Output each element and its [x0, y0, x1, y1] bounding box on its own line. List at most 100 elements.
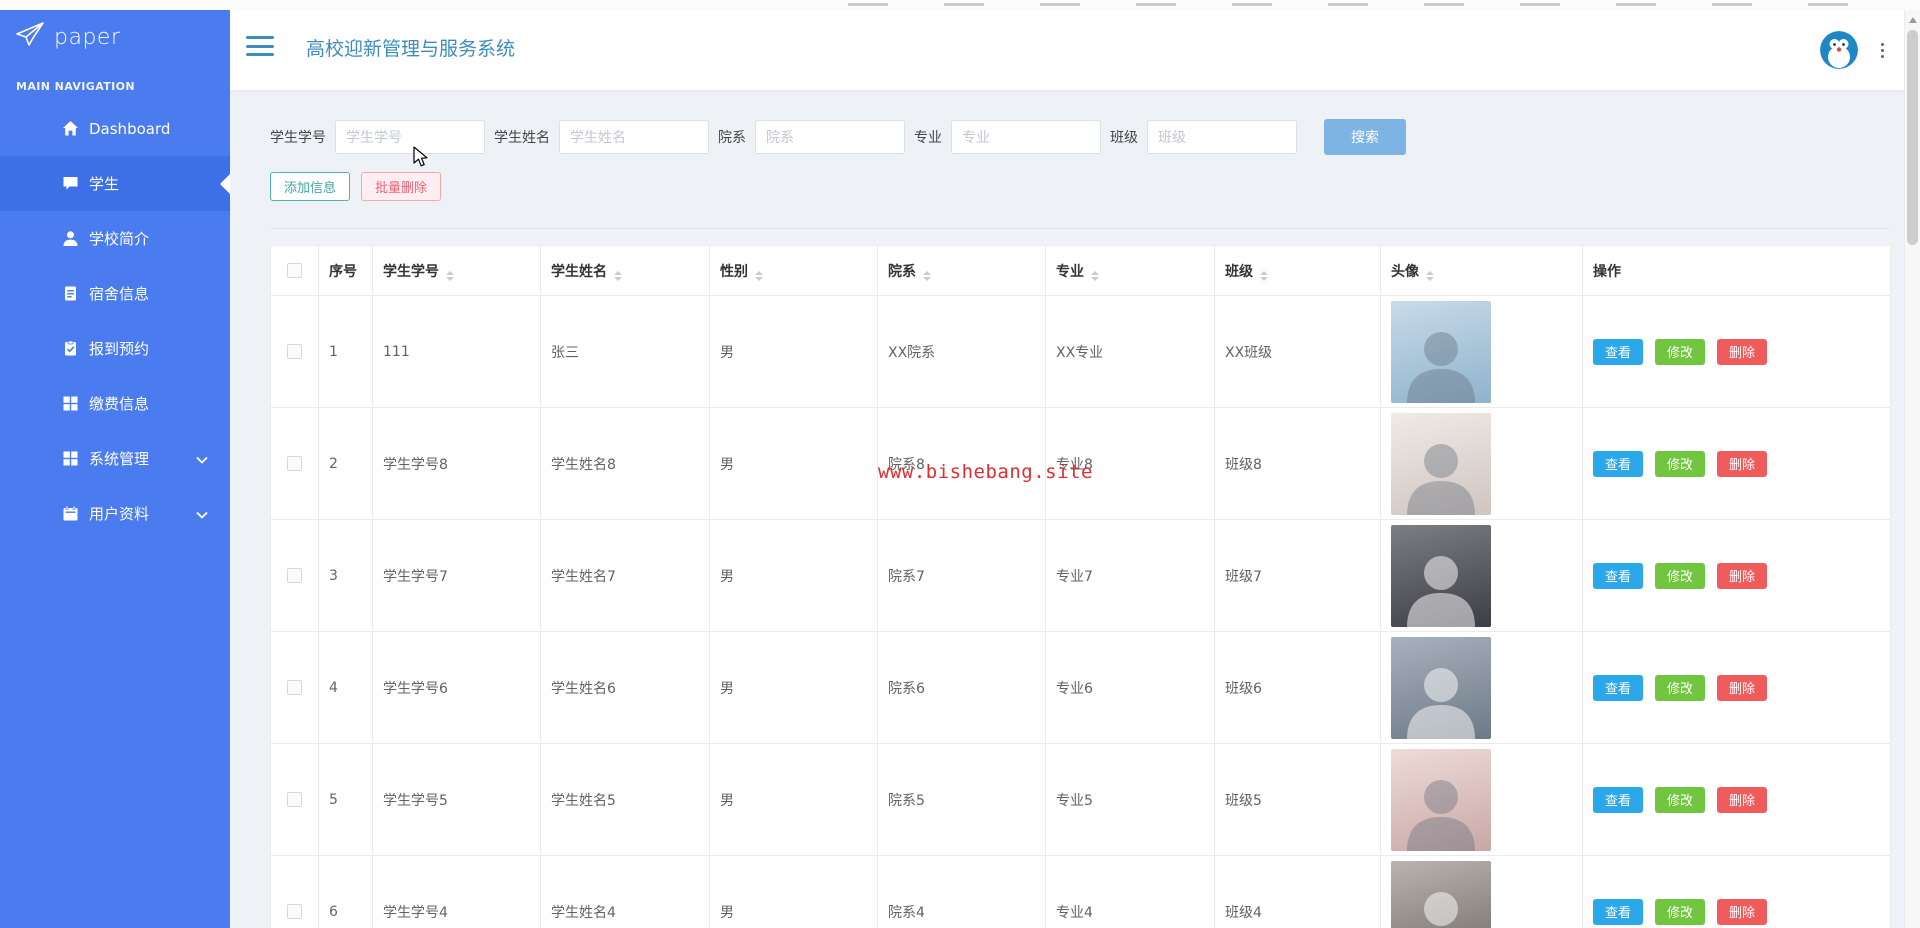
filter-label: 专业 — [914, 130, 942, 146]
row-checkbox[interactable] — [287, 568, 302, 583]
edit-button[interactable]: 修改 — [1655, 898, 1706, 925]
scrollbar-thumb[interactable] — [1907, 30, 1918, 245]
table-header-row: 序号 学生学号 学生姓名 性别 院系 专业 班级 头像 操作 — [270, 245, 1891, 296]
sidebar-item-label: 用户资料 — [89, 505, 150, 523]
filter-bar: 学生学号 学生姓名 院系 专业 班级 搜索 — [270, 119, 1406, 155]
student-photo — [1391, 860, 1491, 928]
filter-input-0[interactable] — [335, 120, 485, 154]
sort-icon[interactable] — [614, 270, 622, 281]
view-button[interactable]: 查看 — [1593, 450, 1644, 477]
delete-button[interactable]: 删除 — [1717, 786, 1768, 813]
column-header-label: 学生姓名 — [551, 263, 607, 280]
chevron-down-icon — [196, 450, 208, 468]
cell-student-name: 学生姓名8 — [540, 407, 710, 520]
column-header-8[interactable]: 头像 — [1380, 245, 1583, 296]
cell-actions: 查看 修改 删除 — [1582, 407, 1891, 520]
column-header-label: 学生学号 — [383, 263, 439, 280]
more-options-icon[interactable] — [1874, 31, 1890, 69]
sort-icon[interactable] — [923, 270, 931, 281]
logo-text: paper — [54, 24, 121, 50]
cell-department: 院系5 — [877, 743, 1046, 856]
delete-button[interactable]: 删除 — [1717, 898, 1768, 925]
sort-icon[interactable] — [755, 270, 763, 281]
user-avatar[interactable] — [1820, 31, 1858, 69]
app-root: paper MAIN NAVIGATION Dashboard 学生 学校简介 宿舍信… — [0, 0, 1920, 928]
filter-input-4[interactable] — [1147, 120, 1297, 154]
column-header-5[interactable]: 院系 — [877, 245, 1046, 296]
sidebar-item-2[interactable]: 学校简介 — [0, 211, 230, 266]
cell-actions: 查看 修改 删除 — [1582, 855, 1891, 928]
sidebar-item-1[interactable]: 学生 — [0, 156, 230, 211]
cell-major: 专业7 — [1045, 519, 1215, 632]
column-header-6[interactable]: 专业 — [1045, 245, 1215, 296]
sort-icon[interactable] — [1426, 270, 1434, 281]
sort-icon[interactable] — [446, 270, 454, 281]
cell-class: 班级8 — [1214, 407, 1381, 520]
row-checkbox[interactable] — [287, 456, 302, 471]
cell-student-id: 学生学号8 — [372, 407, 541, 520]
cell-class: 班级5 — [1214, 743, 1381, 856]
delete-button[interactable]: 删除 — [1717, 338, 1768, 365]
edit-button[interactable]: 修改 — [1655, 674, 1706, 701]
cell-department: 院系4 — [877, 855, 1046, 928]
row-checkbox[interactable] — [287, 344, 302, 359]
section-divider — [270, 228, 1890, 229]
scrollbar-up-arrow-icon[interactable] — [1909, 17, 1917, 23]
sidebar-item-6[interactable]: 系统管理 — [0, 431, 230, 486]
paper-plane-icon — [15, 21, 45, 53]
edit-button[interactable]: 修改 — [1655, 338, 1706, 365]
sidebar-item-3[interactable]: 宿舍信息 — [0, 266, 230, 321]
chat-icon — [62, 175, 79, 192]
column-header-4[interactable]: 性别 — [709, 245, 878, 296]
table-row: 3 学生学号7 学生姓名7 男 院系7 专业7 班级7 查看 修改 删除 — [270, 519, 1891, 632]
filter-group-2: 院系 — [718, 120, 905, 154]
filter-input-1[interactable] — [559, 120, 709, 154]
sidebar-item-0[interactable]: Dashboard — [0, 101, 230, 156]
view-button[interactable]: 查看 — [1593, 786, 1644, 813]
view-button[interactable]: 查看 — [1593, 562, 1644, 589]
sort-icon[interactable] — [1091, 270, 1099, 281]
clipboard-check-icon — [62, 340, 79, 357]
column-header-2[interactable]: 学生学号 — [372, 245, 541, 296]
column-header-label: 序号 — [329, 263, 357, 280]
app-logo[interactable]: paper — [0, 10, 230, 64]
sidebar-item-5[interactable]: 缴费信息 — [0, 376, 230, 431]
column-header-7[interactable]: 班级 — [1214, 245, 1381, 296]
cell-student-name: 张三 — [540, 295, 710, 408]
filter-input-3[interactable] — [951, 120, 1101, 154]
row-checkbox[interactable] — [287, 792, 302, 807]
header-checkbox-cell — [270, 245, 319, 296]
sidebar-item-4[interactable]: 报到预约 — [0, 321, 230, 376]
delete-button[interactable]: 删除 — [1717, 450, 1768, 477]
row-checkbox[interactable] — [287, 680, 302, 695]
edit-button[interactable]: 修改 — [1655, 450, 1706, 477]
view-button[interactable]: 查看 — [1593, 898, 1644, 925]
page-scrollbar[interactable] — [1904, 10, 1920, 928]
cell-avatar — [1380, 631, 1583, 744]
student-table-wrap: 序号 学生学号 学生姓名 性别 院系 专业 班级 头像 操作 1 111 张三 男 XX院系 X… — [270, 245, 1891, 928]
delete-button[interactable]: 删除 — [1717, 674, 1768, 701]
edit-button[interactable]: 修改 — [1655, 786, 1706, 813]
view-button[interactable]: 查看 — [1593, 674, 1644, 701]
filter-input-2[interactable] — [755, 120, 905, 154]
view-button[interactable]: 查看 — [1593, 338, 1644, 365]
edit-button[interactable]: 修改 — [1655, 562, 1706, 589]
filter-label: 院系 — [718, 130, 746, 146]
cell-class: 班级4 — [1214, 855, 1381, 928]
sidebar-item-7[interactable]: 用户资料 — [0, 486, 230, 541]
toolbar: 添加信息 批量删除 — [270, 172, 442, 201]
column-header-3[interactable]: 学生姓名 — [540, 245, 710, 296]
calendar-icon — [62, 505, 79, 522]
cell-index: 4 — [318, 631, 373, 744]
delete-button[interactable]: 删除 — [1717, 562, 1768, 589]
menu-toggle-icon[interactable] — [246, 34, 274, 58]
select-all-checkbox[interactable] — [287, 263, 302, 278]
sort-icon[interactable] — [1260, 270, 1268, 281]
bulk-delete-button[interactable]: 批量删除 — [361, 172, 442, 201]
topbar-right — [1820, 10, 1890, 90]
add-info-button[interactable]: 添加信息 — [270, 172, 351, 201]
search-button[interactable]: 搜索 — [1324, 119, 1406, 155]
watermark-text: www.bishebang.site — [878, 461, 1093, 483]
row-checkbox[interactable] — [287, 904, 302, 919]
file-icon — [62, 285, 79, 302]
